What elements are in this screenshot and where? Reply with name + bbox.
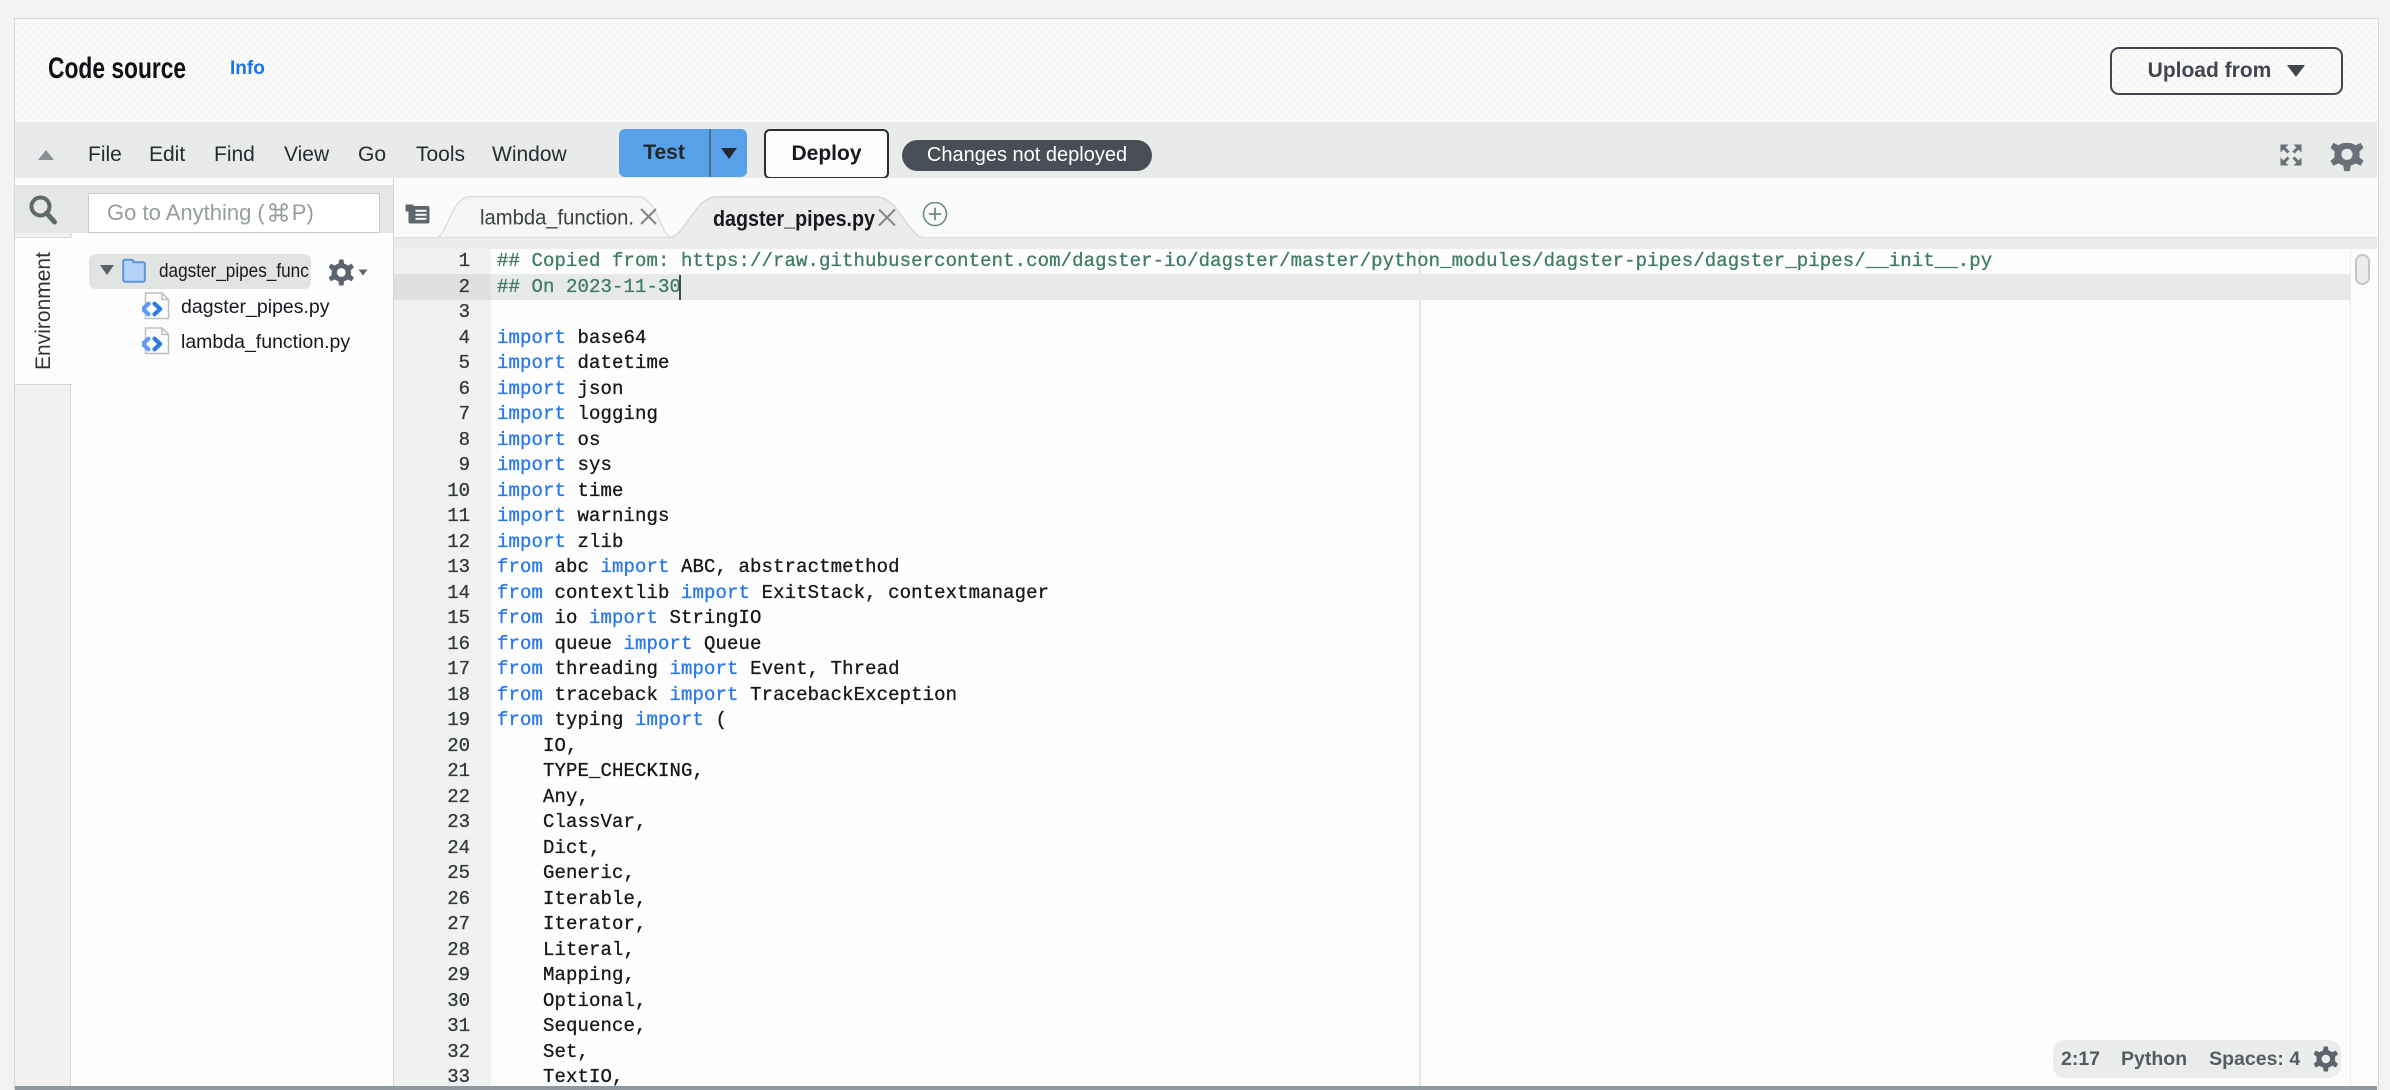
svg-text:lambda_function.: lambda_function. [480, 207, 634, 230]
svg-text:dagster_pipes.py: dagster_pipes.py [713, 206, 876, 231]
